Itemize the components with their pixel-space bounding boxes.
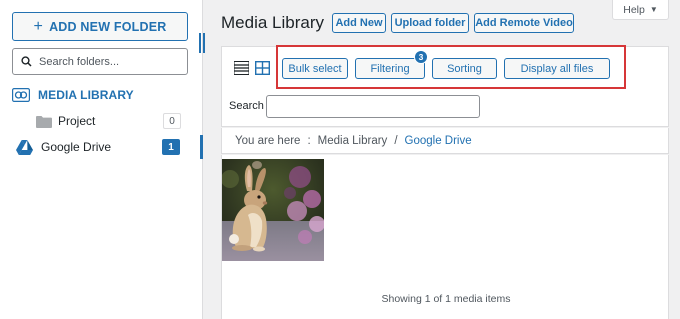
breadcrumb-prefix: You are here bbox=[235, 134, 301, 147]
plus-icon: + bbox=[33, 17, 44, 35]
breadcrumb: You are here : Media Library / Google Dr… bbox=[221, 128, 669, 154]
page-title: Media Library bbox=[221, 13, 324, 32]
display-all-files-button[interactable]: Display all files bbox=[504, 58, 610, 79]
grid-view-icon[interactable] bbox=[255, 61, 270, 75]
media-library-label: MEDIA LIBRARY bbox=[38, 88, 134, 102]
filtering-count-badge: 3 bbox=[414, 50, 428, 64]
media-count-status: Showing 1 of 1 media items bbox=[381, 293, 511, 305]
folder-count-badge: 0 bbox=[163, 113, 181, 129]
media-grid: Showing 1 of 1 media items bbox=[221, 155, 669, 319]
search-icon bbox=[21, 56, 32, 67]
folder-item-label: Project bbox=[58, 114, 96, 128]
caret-down-icon: ▼ bbox=[649, 5, 658, 14]
folder-icon bbox=[36, 115, 52, 128]
breadcrumb-divider: / bbox=[394, 134, 398, 147]
media-toolbar: Bulk select Filtering 3 Sorting Display … bbox=[221, 45, 669, 127]
breadcrumb-colon: : bbox=[307, 134, 311, 147]
folder-search-input[interactable] bbox=[39, 55, 179, 68]
media-thumbnail[interactable] bbox=[222, 159, 324, 261]
folder-item-google-drive[interactable]: Google Drive 1 bbox=[0, 135, 203, 159]
rabbit-photo bbox=[222, 159, 324, 261]
search-label: Search bbox=[229, 100, 264, 112]
media-search-input[interactable] bbox=[266, 95, 480, 118]
breadcrumb-google-drive[interactable]: Google Drive bbox=[405, 135, 472, 147]
bulk-select-button[interactable]: Bulk select bbox=[282, 58, 348, 79]
media-library-icon bbox=[12, 88, 30, 102]
help-button[interactable]: Help ▼ bbox=[612, 0, 669, 20]
upload-folder-button[interactable]: Upload folder bbox=[391, 13, 469, 33]
sorting-button[interactable]: Sorting bbox=[432, 58, 497, 79]
google-drive-icon bbox=[16, 139, 33, 155]
google-drive-label: Google Drive bbox=[41, 140, 112, 154]
add-new-folder-button[interactable]: + ADD NEW FOLDER bbox=[12, 12, 188, 41]
help-label: Help bbox=[623, 3, 645, 16]
breadcrumb-media-library[interactable]: Media Library bbox=[318, 135, 388, 147]
sidebar-resize-handle[interactable] bbox=[198, 33, 206, 53]
folder-item-project[interactable]: Project 0 bbox=[36, 113, 181, 129]
folder-sidebar: + ADD NEW FOLDER MEDIA LIBRARY Project 0 bbox=[0, 0, 203, 319]
add-remote-video-button[interactable]: Add Remote Video bbox=[474, 13, 574, 33]
add-new-folder-label: ADD NEW FOLDER bbox=[49, 19, 167, 34]
folder-search-box[interactable] bbox=[12, 48, 188, 75]
google-drive-count-badge: 1 bbox=[162, 139, 180, 155]
add-new-button[interactable]: Add New bbox=[332, 13, 386, 33]
media-library-root[interactable]: MEDIA LIBRARY bbox=[12, 88, 134, 102]
list-view-icon[interactable] bbox=[234, 61, 249, 75]
